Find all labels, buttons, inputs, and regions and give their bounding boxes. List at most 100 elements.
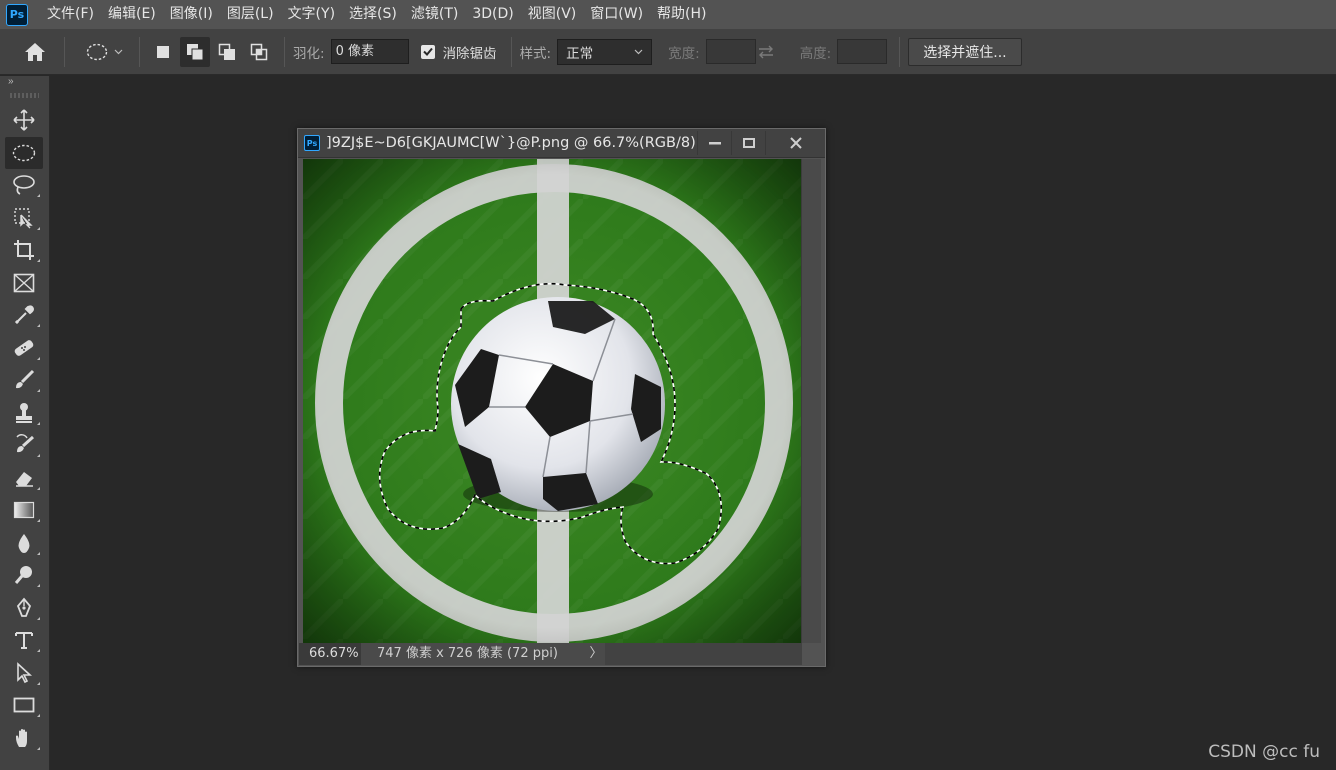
path-selection-tool[interactable]	[5, 657, 43, 689]
menu-file[interactable]: 文件(F)	[40, 0, 101, 29]
chevron-down-icon	[634, 49, 643, 54]
style-select-value: 正常	[566, 45, 594, 62]
photoshop-logo[interactable]: Ps	[6, 3, 28, 26]
document-info[interactable]: 747 像素 x 726 像素 (72 ppi)	[361, 643, 587, 665]
water-drop-icon	[18, 533, 30, 553]
ellipse-marquee-icon	[86, 43, 107, 60]
eraser-icon	[16, 471, 33, 487]
brush-tool[interactable]	[5, 364, 43, 396]
document-title-bar[interactable]: Ps ]9ZJ$E~D6[GKJAUMC[W`}@P.png @ 66.7%(R…	[298, 129, 825, 158]
ellipse-marquee-icon	[12, 144, 36, 161]
type-tool[interactable]	[5, 624, 43, 656]
menu-window[interactable]: 窗口(W)	[583, 0, 650, 29]
home-button[interactable]	[14, 35, 56, 69]
menu-image[interactable]: 图像(I)	[163, 0, 220, 29]
new-selection-icon	[157, 45, 169, 58]
maximize-icon	[742, 138, 755, 148]
tool-group-indicator	[37, 551, 40, 555]
close-icon	[789, 137, 802, 149]
tools-panel: »	[0, 76, 50, 770]
style-label: 样式:	[519, 45, 552, 62]
width-input[interactable]	[705, 39, 756, 64]
select-and-mask-button[interactable]: 选择并遮住...	[908, 37, 1022, 66]
object-selection-tool[interactable]	[5, 202, 43, 234]
blur-tool[interactable]	[5, 527, 43, 559]
tool-group-indicator	[37, 681, 40, 685]
antialias-checkbox[interactable]	[420, 44, 435, 59]
gradient-tool[interactable]	[5, 494, 43, 526]
maximize-button[interactable]	[731, 131, 765, 155]
minimize-button[interactable]	[697, 131, 731, 155]
style-select[interactable]: 正常	[557, 38, 653, 65]
options-bar: 羽化: 0 像素 消除锯齿 样式: 正常 宽度: 高度: 选择并遮住...	[0, 29, 1336, 75]
hand-icon	[16, 728, 27, 747]
dodge-icon	[14, 566, 32, 584]
checkmark-icon	[422, 47, 433, 56]
crop-tool[interactable]	[5, 234, 43, 266]
image-canvas[interactable]	[303, 159, 801, 643]
menu-filter[interactable]: 滤镜(T)	[404, 0, 465, 29]
divider	[139, 36, 140, 67]
intersect-selection-button[interactable]	[244, 37, 274, 67]
vertical-scrollbar[interactable]	[801, 159, 821, 643]
frame-tool[interactable]	[5, 267, 43, 299]
menu-help[interactable]: 帮助(H)	[650, 0, 713, 29]
move-tool[interactable]	[5, 104, 43, 136]
watermark: CSDN @cc fu	[1208, 742, 1320, 762]
hand-tool[interactable]	[5, 722, 43, 754]
menu-3d[interactable]: 3D(D)	[465, 0, 520, 29]
pen-tool[interactable]	[5, 592, 43, 624]
frame-icon	[13, 273, 35, 292]
close-button[interactable]	[765, 131, 825, 155]
status-menu-arrow[interactable]: 〉	[587, 643, 605, 665]
elliptical-marquee-tool[interactable]	[5, 136, 43, 169]
zoom-level-field[interactable]: 66.67%	[299, 643, 361, 665]
object-selection-icon	[14, 207, 33, 228]
add-to-selection-button[interactable]	[180, 36, 210, 67]
panel-grip[interactable]	[10, 93, 39, 98]
tool-group-indicator	[37, 519, 40, 522]
eraser-tool[interactable]	[5, 462, 43, 494]
tool-group-indicator	[37, 421, 40, 425]
stamp-icon	[16, 402, 32, 423]
subtract-from-selection-button[interactable]	[212, 37, 242, 67]
tool-group-indicator	[37, 226, 40, 230]
photoshop-document-icon: Ps	[304, 135, 320, 151]
tool-group-indicator	[37, 356, 40, 360]
healing-brush-tool[interactable]	[5, 332, 43, 364]
brush-icon	[16, 369, 35, 389]
tool-group-indicator	[37, 389, 40, 392]
eyedropper-tool[interactable]	[5, 299, 43, 331]
menu-type[interactable]: 文字(Y)	[281, 0, 342, 29]
chevron-down-icon	[114, 49, 122, 54]
antialias-label: 消除锯齿	[442, 45, 497, 62]
divider	[284, 36, 285, 67]
tool-group-indicator	[37, 194, 40, 197]
menu-view[interactable]: 视图(V)	[521, 0, 584, 29]
history-brush-tool[interactable]	[5, 429, 43, 461]
tool-group-indicator	[37, 324, 40, 327]
rectangle-tool[interactable]	[5, 689, 43, 721]
tool-preset-picker[interactable]	[77, 35, 131, 69]
tool-group-indicator	[37, 486, 40, 490]
home-icon	[25, 42, 45, 61]
menu-select[interactable]: 选择(S)	[342, 0, 404, 29]
lasso-tool[interactable]	[5, 169, 43, 201]
clone-stamp-tool[interactable]	[5, 397, 43, 429]
menu-edit[interactable]: 编辑(E)	[101, 0, 163, 29]
type-icon	[15, 632, 33, 649]
new-selection-button[interactable]	[148, 37, 178, 67]
swap-dimensions-button[interactable]	[756, 45, 776, 59]
move-icon	[13, 109, 35, 131]
history-brush-icon	[16, 434, 35, 453]
collapse-panel-button[interactable]: »	[0, 76, 49, 90]
tool-group-indicator	[37, 259, 40, 262]
tool-group-indicator	[37, 454, 40, 457]
menu-layer[interactable]: 图层(L)	[220, 0, 281, 29]
document-title: ]9ZJ$E~D6[GKJAUMC[W`}@P.png @ 66.7%(RGB/…	[326, 135, 696, 151]
feather-input[interactable]: 0 像素	[330, 39, 409, 64]
crop-icon	[14, 240, 34, 260]
dodge-tool[interactable]	[5, 559, 43, 591]
height-input[interactable]	[837, 39, 888, 64]
height-label: 高度:	[799, 45, 832, 62]
